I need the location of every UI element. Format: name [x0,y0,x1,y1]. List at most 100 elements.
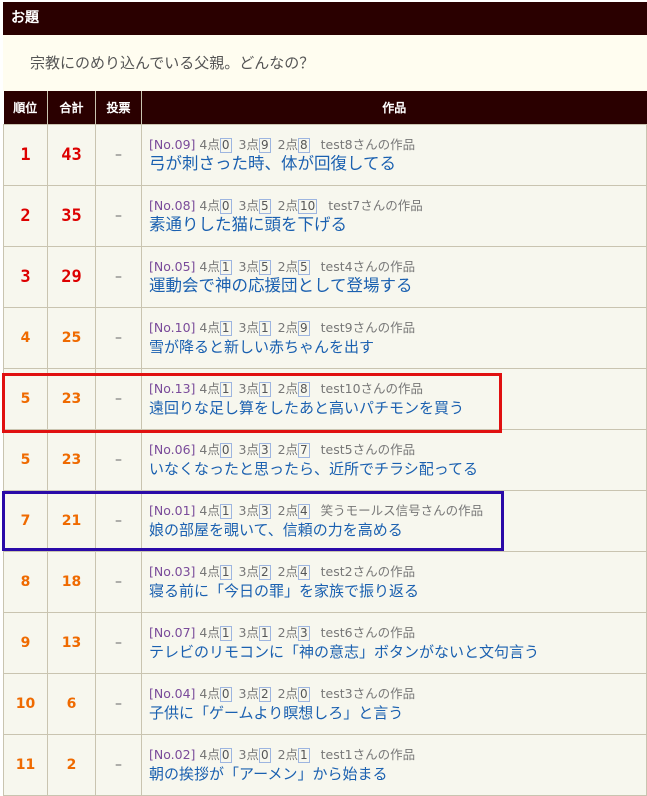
odai-header: お題 [3,2,647,35]
label-2pt: 2点 [277,136,299,152]
count-4pt: 0 [219,686,232,702]
label-2pt: 2点 [277,380,299,396]
total-value: 23 [61,391,82,407]
rank-cell: 10 [3,673,48,735]
work-title-link[interactable]: 弓が刺さった時、体が回復してる [149,153,646,175]
label-2pt: 2点 [277,685,299,701]
label-2pt: 2点 [277,563,299,579]
entry-number: [No.04] [149,685,196,701]
entry-number: [No.03] [149,563,196,579]
table-row: 7 21 – [No.01] 4点 1 3点 3 2点 4 笑うモールス信号さんの作品… [3,490,647,552]
rank-value: 8 [20,574,31,590]
rank-value: 4 [20,330,31,346]
rank-cell: 4 [3,307,48,369]
rank-value: 11 [15,757,36,773]
label-2pt: 2点 [277,197,299,213]
count-2pt: 3 [298,625,310,641]
count-4pt: 0 [219,442,232,458]
work-title-link[interactable]: 素通りした猫に頭を下げる [149,214,646,236]
work-cell: [No.13] 4点 1 3点 1 2点 8 test10さんの作品 遠回りな足し算を… [141,368,647,430]
entry-number: [No.02] [149,746,196,762]
work-meta: [No.10] 4点 1 3点 1 2点 9 test9さんの作品 [149,319,646,336]
label-3pt: 3点 [238,136,259,152]
label-3pt: 3点 [238,746,259,762]
total-cell: 25 [47,307,96,369]
ranking-table: 順位 合計 投票 作品 1 43 – [No.09] 4点 0 3点 9 2点 8 t… [3,91,647,796]
work-cell: [No.02] 4点 0 3点 0 2点 1 test1さんの作品 朝の挨拶が「アーメ… [141,734,647,796]
author-name: test9さんの作品 [320,319,416,335]
entry-number: [No.01] [149,502,196,518]
label-4pt: 4点 [199,624,220,640]
work-cell: [No.06] 4点 0 3点 3 2点 7 test5さんの作品 いなくなったと思っ… [141,429,647,491]
total-cell: 35 [47,185,96,247]
label-4pt: 4点 [199,441,220,457]
total-value: 6 [66,696,77,712]
count-2pt: 4 [298,503,310,519]
author-name: test6さんの作品 [320,624,416,640]
work-title-link[interactable]: 寝る前に「今日の罪」を家族で振り返る [149,580,646,602]
count-4pt: 0 [219,137,232,153]
vote-value: – [115,696,122,712]
work-title-link[interactable]: 雪が降ると新しい赤ちゃんを出す [149,336,646,358]
total-value: 13 [61,635,82,651]
total-cell: 18 [47,551,96,613]
count-2pt: 10 [298,198,318,214]
count-3pt: 0 [258,747,271,763]
table-row: 8 18 – [No.03] 4点 1 3点 2 2点 4 test2さんの作品 寝る… [3,551,647,613]
label-2pt: 2点 [277,502,299,518]
total-cell: 2 [47,734,96,796]
entry-number: [No.07] [149,624,196,640]
count-4pt: 1 [219,564,232,580]
work-title-link[interactable]: 運動会で神の応援団として登場する [149,275,646,297]
label-2pt: 2点 [277,441,299,457]
count-2pt: 7 [298,442,310,458]
count-3pt: 1 [258,381,271,397]
label-3pt: 3点 [238,197,259,213]
work-title-link[interactable]: テレビのリモコンに「神の意志」ボタンがないと文句言う [149,641,646,663]
label-3pt: 3点 [238,502,259,518]
label-3pt: 3点 [238,258,259,274]
work-meta: [No.04] 4点 0 3点 2 2点 0 test3さんの作品 [149,685,646,702]
vote-value: – [115,574,122,590]
count-4pt: 0 [219,747,232,763]
count-4pt: 0 [219,198,232,214]
label-4pt: 4点 [199,502,220,518]
total-value: 29 [61,267,82,287]
total-value: 23 [61,452,82,468]
vote-cell: – [95,246,142,308]
rank-value: 1 [20,145,31,165]
label-4pt: 4点 [199,319,220,335]
vote-value: – [115,330,122,346]
count-2pt: 9 [298,320,310,336]
table-row: 5 23 – [No.13] 4点 1 3点 1 2点 8 test10さんの作品 遠… [3,368,647,430]
vote-value: – [115,635,122,651]
vote-value: – [115,147,122,163]
label-4pt: 4点 [199,258,220,274]
vote-value: – [115,757,122,773]
total-value: 18 [61,574,82,590]
entry-number: [No.13] [149,380,196,396]
work-title-link[interactable]: 遠回りな足し算をしたあと高いパチモンを買う [149,397,646,419]
count-4pt: 1 [219,503,232,519]
label-3pt: 3点 [238,563,259,579]
work-title-link[interactable]: 娘の部屋を覗いて、信頼の力を高める [149,519,646,541]
rank-cell: 2 [3,185,48,247]
rank-cell: 9 [3,612,48,674]
label-2pt: 2点 [277,319,299,335]
count-2pt: 0 [298,686,310,702]
work-title-link[interactable]: いなくなったと思ったら、近所でチラシ配ってる [149,458,646,480]
vote-cell: – [95,673,142,735]
rank-value: 5 [20,391,31,407]
count-2pt: 1 [298,747,310,763]
work-cell: [No.04] 4点 0 3点 2 2点 0 test3さんの作品 子供に「ゲームより… [141,673,647,735]
work-title-link[interactable]: 子供に「ゲームより瞑想しろ」と言う [149,702,646,724]
work-title-link[interactable]: 朝の挨拶が「アーメン」から始まる [149,763,646,785]
total-value: 21 [61,513,82,529]
total-cell: 13 [47,612,96,674]
entry-number: [No.05] [149,258,196,274]
author-name: test5さんの作品 [320,441,416,457]
work-meta: [No.13] 4点 1 3点 1 2点 8 test10さんの作品 [149,380,646,397]
vote-value: – [115,269,122,285]
work-meta: [No.05] 4点 1 3点 5 2点 5 test4さんの作品 [149,258,646,275]
count-2pt: 4 [298,564,310,580]
